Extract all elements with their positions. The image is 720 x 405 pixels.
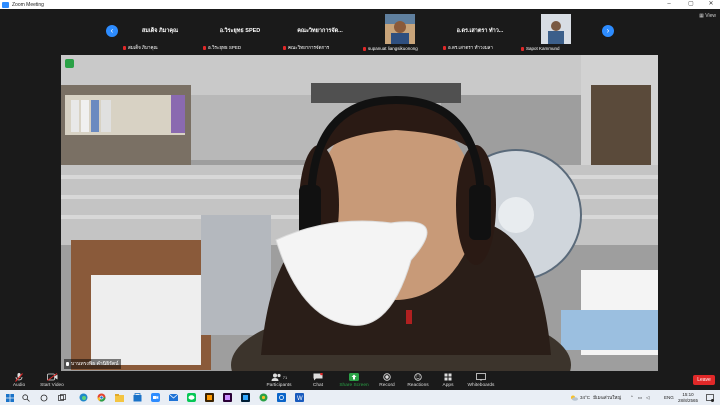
microphone-muted-icon [15,372,23,382]
participants-button[interactable]: 71 Participants [264,372,294,389]
mic-muted-icon [283,45,286,50]
input-language[interactable]: ENG [664,390,674,405]
participant-name: อ.วิระยุทธ SPED [219,28,261,34]
smiley-icon [414,373,422,381]
record-button[interactable]: Record [376,372,398,389]
search-icon[interactable] [20,392,31,403]
file-explorer-icon[interactable] [114,392,125,403]
person-thumbnail [385,14,415,44]
participant-tile[interactable]: Sapot Kammund [519,12,597,52]
mic-muted-icon [521,46,524,51]
windows-taskbar: W 34°C มีเมฆส่วนใหญ่ ⌃ ▭ ◁ ENG 15:10 28/… [0,390,720,405]
chevron-up-icon[interactable]: ⌃ [630,395,634,401]
mic-muted-icon [443,45,446,50]
record-icon [383,373,391,381]
window-title: Zoom Meeting [12,1,44,8]
participant-label: อ.ดร.เสาตรา ทำวงมลา [443,44,493,51]
gallery-prev-button[interactable]: ‹ [106,25,118,37]
apps-button[interactable]: Apps [438,372,458,389]
view-button[interactable]: ▦ View [699,13,716,19]
participant-tile[interactable]: สมเด็จ ภิมาคุณ สมเด็จ ภิมาคุณ [121,12,199,52]
mic-muted-icon [203,45,206,50]
mic-muted-icon [363,46,366,51]
zoom-logo-icon [2,1,9,8]
active-speaker-video: บานทรงพิธ คำนิธิรัตน์ [61,55,658,371]
network-icon[interactable]: ▭ [638,395,642,401]
speaker-video-frame [61,55,658,371]
start-video-button[interactable]: Start Video [38,372,66,389]
window-titlebar: Zoom Meeting – ▢ ✕ [0,0,720,9]
store-icon[interactable] [132,392,143,403]
weather-widget[interactable]: 34°C มีเมฆส่วนใหญ่ [570,390,621,405]
premiere-icon[interactable] [222,392,233,403]
participant-tile[interactable]: อ.ดร.เสาตรา ทำว... อ.ดร.เสาตรา ทำวงมลา [441,12,519,52]
maximize-icon[interactable]: ▢ [684,0,698,9]
chat-bubble-icon [313,373,323,381]
task-view-icon[interactable] [56,392,67,403]
partly-cloudy-icon [571,395,578,401]
participant-video-thumbnail [541,14,571,44]
minimize-icon[interactable]: – [662,0,676,9]
svg-text:W: W [297,396,303,402]
participant-name: อ.ดร.เสาตรา ทำว... [456,28,504,34]
mic-muted-icon [123,45,126,50]
whiteboards-button[interactable]: Whiteboards [466,372,496,389]
apps-grid-icon [444,373,452,381]
outlook-icon[interactable] [276,392,287,403]
mic-icon [66,362,69,366]
chrome-browser-icon[interactable] [96,392,107,403]
participant-tile[interactable]: คณะวิทยาการจัด... คณะวิทยาการจัดการ [281,12,359,52]
participant-tile[interactable]: อ.วิระยุทธ SPED อ.วิระยุทธ SPED [201,12,279,52]
participant-label: supanuat liangsikuonong [363,46,418,51]
system-tray-icons[interactable]: ⌃ ▭ ◁ [630,390,650,405]
participants-icon [271,373,281,381]
illustrator-icon[interactable] [204,392,215,403]
share-screen-icon [349,373,359,381]
participant-label: สมเด็จ ภิมาคุณ [123,44,158,51]
video-camera-off-icon [46,373,57,381]
participant-label: อ.วิระยุทธ SPED [203,44,241,51]
participants-count: 71 [282,374,288,380]
person-thumbnail [541,14,571,44]
audio-button[interactable]: Audio [8,372,30,389]
zoom-app-icon[interactable] [150,392,161,403]
photoshop-icon[interactable] [240,392,251,403]
speaker-name-tag: บานทรงพิธ คำนิธิรัตน์ [64,359,121,369]
chrome-profile-icon[interactable] [258,392,269,403]
windows-start-icon[interactable] [4,392,15,403]
chat-button[interactable]: Chat [308,372,328,389]
participant-name: คณะวิทยาการจัด... [297,28,343,34]
gallery-strip: ‹ สมเด็จ ภิมาคุณ สมเด็จ ภิมาคุณ อ.วิระยุ… [0,9,720,54]
clock[interactable]: 15:10 28/8/2565 [678,390,698,405]
participant-name: สมเด็จ ภิมาคุณ [141,28,179,34]
notifications-icon[interactable] [706,390,714,405]
close-icon[interactable]: ✕ [704,0,718,9]
meeting-toolbar: Audio Start Video 71 Participants Chat S… [0,371,720,390]
participant-tile[interactable]: supanuat liangsikuonong [361,12,439,52]
participant-label: คณะวิทยาการจัดการ [283,44,329,51]
participant-video-thumbnail [385,14,415,44]
edge-browser-icon[interactable] [78,392,89,403]
encryption-shield-icon[interactable] [65,59,74,68]
mail-icon[interactable] [168,392,179,403]
whiteboard-icon [476,373,486,381]
cortana-icon[interactable] [38,392,49,403]
gallery-next-button[interactable]: › [602,25,614,37]
line-app-icon[interactable] [186,392,197,403]
volume-icon[interactable]: ◁ [646,395,649,401]
share-screen-button[interactable]: Share Screen [338,372,370,389]
word-icon[interactable]: W [294,392,305,403]
reactions-button[interactable]: Reactions [405,372,431,389]
leave-button[interactable]: Leave [693,375,715,385]
participant-label: Sapot Kammund [521,46,560,51]
